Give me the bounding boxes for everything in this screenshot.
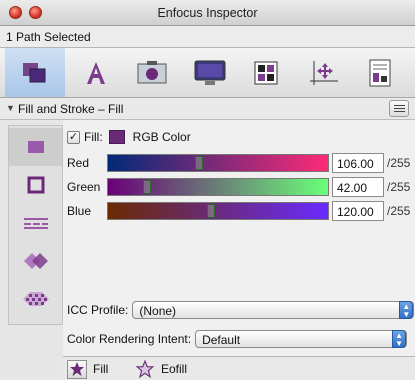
panel-menu-button[interactable]: [389, 100, 409, 117]
blue-value-field[interactable]: 120.00: [332, 201, 384, 221]
tool-stroke[interactable]: [9, 166, 62, 204]
position-axes-icon: [310, 60, 338, 85]
fill-stroke-tools: [8, 125, 63, 325]
star-filled-icon: [67, 359, 87, 379]
panel-header[interactable]: ▼ Fill and Stroke – Fill: [0, 98, 415, 120]
red-value-field[interactable]: 106.00: [332, 153, 384, 173]
monitor-icon: [194, 60, 226, 85]
tool-dash[interactable]: [9, 204, 62, 242]
rendering-intent-select[interactable]: Default ▲ ▼: [195, 330, 408, 348]
stroke-square-icon: [27, 176, 44, 194]
fill-rule-button[interactable]: Fill: [67, 359, 108, 379]
popup-arrows-icon: ▲ ▼: [392, 330, 407, 348]
star-outline-icon: [135, 360, 155, 379]
tab-path-object[interactable]: [5, 48, 65, 97]
tab-monitor[interactable]: [180, 48, 240, 97]
title-bar: Enfocus Inspector: [0, 0, 415, 26]
red-slider-thumb[interactable]: [195, 156, 203, 170]
fill-label: Fill:: [84, 130, 103, 144]
fill-color-swatch[interactable]: [108, 130, 125, 144]
dash-lines-icon: [23, 218, 48, 229]
tab-position[interactable]: [294, 48, 354, 97]
red-slider[interactable]: [107, 154, 329, 172]
blue-label: Blue: [67, 204, 92, 218]
diamond-overlap-icon: [23, 253, 48, 269]
text-icon: [87, 61, 105, 84]
window-title: Enfocus Inspector: [157, 6, 258, 20]
tab-document-properties[interactable]: [350, 48, 410, 97]
tool-fill[interactable]: [9, 128, 62, 166]
blue-slider-row: Blue 120.00 /255: [67, 200, 415, 222]
panel-title: Fill and Stroke – Fill: [18, 102, 124, 116]
green-label: Green: [67, 180, 101, 194]
green-value-field[interactable]: 42.00: [332, 177, 384, 197]
tab-text[interactable]: [66, 48, 126, 97]
fill-square-icon: [27, 141, 44, 153]
tool-pattern[interactable]: [9, 280, 62, 318]
green-max-label: /255: [387, 180, 411, 194]
blue-slider[interactable]: [107, 202, 329, 220]
icc-profile-row: ICC Profile: (None) ▲ ▼: [67, 300, 415, 320]
image-icon: [137, 60, 167, 83]
icc-profile-value: (None): [139, 304, 177, 318]
red-label: Red: [67, 156, 90, 170]
layout-icon: [254, 61, 278, 84]
green-slider-thumb[interactable]: [143, 180, 151, 194]
green-slider[interactable]: [107, 178, 329, 196]
green-slider-row: Green 42.00 /255: [67, 176, 415, 198]
fill-row: ✓ Fill: RGB Color: [67, 128, 191, 146]
blue-slider-thumb[interactable]: [207, 204, 215, 218]
eofill-rule-button[interactable]: Eofill: [135, 359, 187, 379]
tab-image[interactable]: [122, 48, 182, 97]
fill-settings-panel: ✓ Fill: RGB Color Red 106.00 /255 Green …: [63, 120, 415, 356]
color-mode-label: RGB Color: [132, 130, 191, 144]
red-slider-row: Red 106.00 /255: [67, 152, 415, 174]
rendering-intent-row: Color Rendering Intent: Default ▲ ▼: [67, 329, 408, 349]
popup-arrows-icon: ▲ ▼: [399, 301, 414, 319]
tab-layout[interactable]: [236, 48, 296, 97]
fill-rule-bar: Fill Eofill: [63, 356, 415, 380]
path-object-icon: [23, 62, 46, 82]
inspector-toolbar: [0, 48, 415, 98]
pattern-fill-icon: [22, 292, 49, 306]
rendering-intent-value: Default: [202, 333, 241, 347]
red-max-label: /255: [387, 156, 411, 170]
rendering-intent-label: Color Rendering Intent:: [67, 332, 192, 346]
icc-profile-select[interactable]: (None) ▲ ▼: [132, 301, 415, 319]
tool-overlap[interactable]: [9, 242, 62, 280]
blue-max-label: /255: [387, 204, 411, 218]
selection-info: 1 Path Selected: [0, 26, 415, 48]
eofill-rule-label: Eofill: [161, 362, 188, 376]
disclosure-triangle-icon[interactable]: ▼: [6, 103, 15, 113]
fill-rule-label: Fill: [93, 362, 109, 376]
fill-checkbox[interactable]: ✓: [67, 130, 80, 144]
document-properties-icon: [369, 59, 391, 86]
icc-profile-label: ICC Profile:: [67, 303, 129, 317]
